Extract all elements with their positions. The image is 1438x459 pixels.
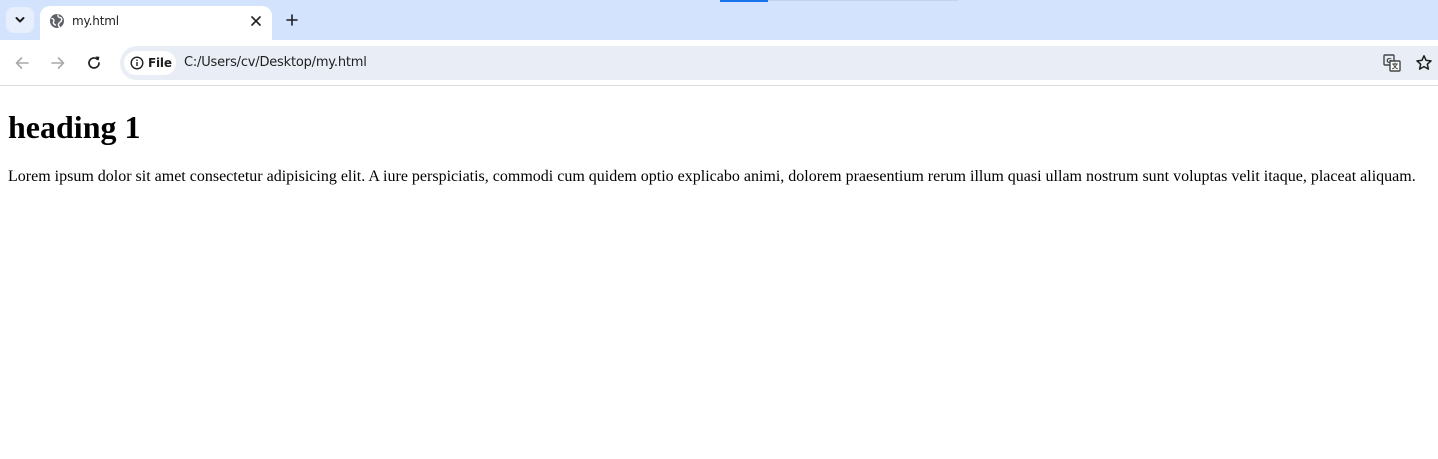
browser-toolbar: File C:/Users/cv/Desktop/my.html G bbox=[0, 40, 1438, 86]
plus-icon bbox=[286, 14, 298, 26]
arrow-right-icon bbox=[51, 57, 65, 69]
tab-strip: my.html bbox=[0, 0, 1438, 40]
arrow-left-icon bbox=[15, 57, 29, 69]
back-button[interactable] bbox=[7, 48, 37, 78]
bookmark-button[interactable] bbox=[1413, 52, 1435, 74]
site-info-label: File bbox=[148, 56, 172, 70]
url-text[interactable]: C:/Users/cv/Desktop/my.html bbox=[184, 55, 367, 70]
new-tab-button[interactable] bbox=[279, 7, 305, 33]
page-content: heading 1 Lorem ipsum dolor sit amet con… bbox=[0, 87, 1438, 459]
tab-close-button[interactable] bbox=[246, 11, 266, 31]
star-icon bbox=[1416, 55, 1432, 70]
tab-active[interactable]: my.html bbox=[40, 6, 272, 40]
address-bar[interactable]: File C:/Users/cv/Desktop/my.html G bbox=[120, 46, 1438, 80]
info-icon bbox=[130, 56, 144, 70]
forward-button[interactable] bbox=[43, 48, 73, 78]
reload-button[interactable] bbox=[79, 48, 109, 78]
tab-drag-track bbox=[768, 0, 958, 1]
page-paragraph: Lorem ipsum dolor sit amet consectetur a… bbox=[8, 168, 1416, 185]
tab-drag-indicator bbox=[720, 0, 768, 2]
page-heading: heading 1 bbox=[8, 109, 141, 145]
translate-icon: G bbox=[1383, 54, 1401, 72]
chevron-down-icon bbox=[15, 17, 25, 23]
globe-icon bbox=[50, 14, 64, 28]
tab-search-button[interactable] bbox=[6, 7, 34, 33]
close-icon bbox=[251, 16, 261, 26]
site-info-chip[interactable]: File bbox=[124, 51, 176, 75]
tab-title: my.html bbox=[72, 14, 119, 28]
reload-icon bbox=[88, 56, 100, 69]
translate-button[interactable]: G bbox=[1381, 52, 1403, 74]
